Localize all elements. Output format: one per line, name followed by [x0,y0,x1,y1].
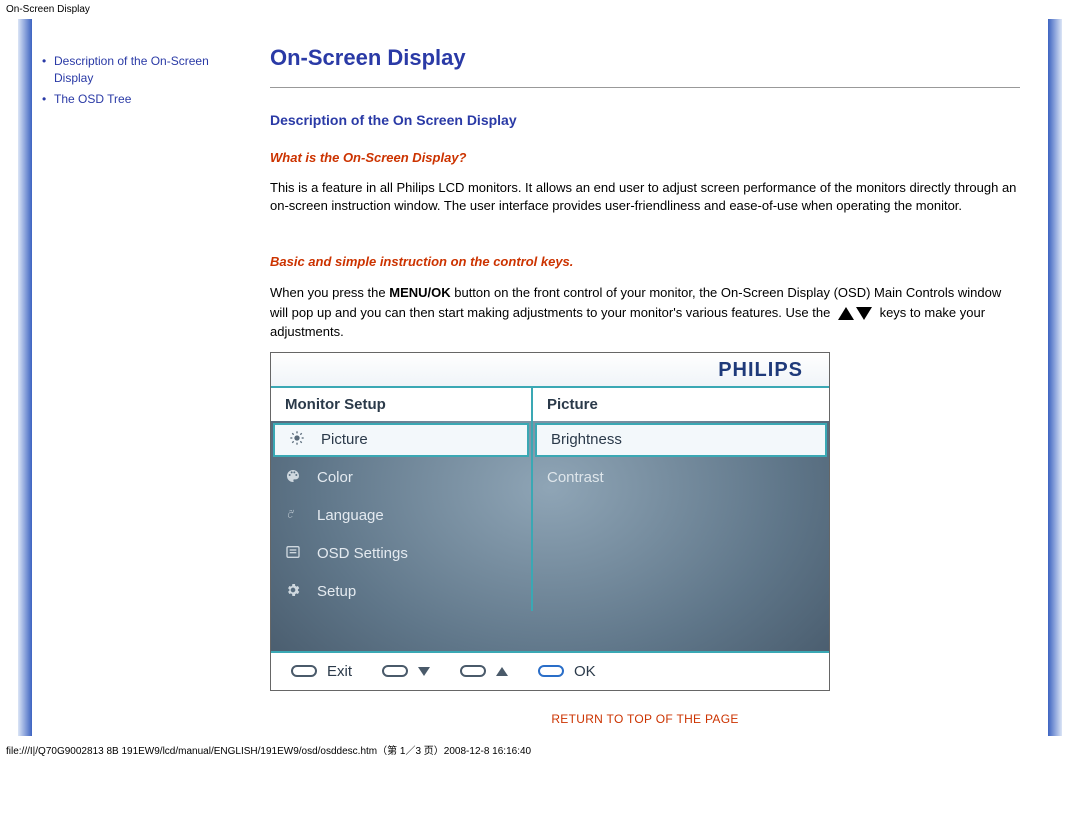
list-icon [285,544,307,564]
osd-footer-label: OK [574,663,596,680]
osd-footer-down[interactable] [382,665,430,677]
osd-menu-item-setup[interactable]: Setup [271,573,531,611]
triangle-up-icon [838,307,854,320]
arrow-keys-icon [838,307,872,320]
osd-menu-item-picture[interactable]: Picture [273,423,529,457]
triangle-down-icon [418,667,430,676]
osd-footer-ok[interactable]: OK [538,663,596,680]
osd-footer: Exit OK [271,651,829,690]
document-footer-path: file:///I|/Q70G9002813 8B 191EW9/lcd/man… [0,736,1080,761]
osd-left-column: Picture Color ꌓ Language [271,421,531,611]
philips-logo: PHILIPS [718,359,803,381]
bullet-icon: • [42,91,54,108]
return-to-top-link[interactable]: RETURN TO TOP OF THE PAGE [551,712,738,726]
section-heading: Description of the On Screen Display [270,112,1020,128]
subheading-basic-instruction: Basic and simple instruction on the cont… [270,254,1020,269]
bullet-icon: • [42,53,54,70]
osd-footer-up[interactable] [460,665,508,677]
left-gradient-bar [18,19,32,736]
svg-text:ꌓ: ꌓ [286,509,294,519]
osd-menu-label: Color [317,469,353,486]
horizontal-rule [270,87,1020,88]
osd-footer-exit[interactable]: Exit [291,663,352,680]
osd-sub-item-brightness[interactable]: Brightness [535,423,827,457]
osd-menu-item-osd-settings[interactable]: OSD Settings [271,535,531,573]
osd-menu-label: Language [317,507,384,524]
page-title: On-Screen Display [270,45,1020,71]
palette-icon [285,468,307,488]
osd-menu-label: Setup [317,583,356,600]
osd-logo-row: PHILIPS [271,353,829,386]
osd-footer-label: Exit [327,663,352,680]
osd-menu-label: Picture [321,431,368,448]
osd-menu-body: Picture Color ꌓ Language [271,421,829,611]
osd-panel: PHILIPS Monitor Setup Picture Picture [270,352,830,691]
triangle-down-icon [856,307,872,320]
sidebar-item-description[interactable]: • Description of the On-Screen Display [42,53,232,87]
osd-sub-label: Contrast [547,469,604,486]
osd-sub-item-contrast[interactable]: Contrast [533,459,829,497]
sidebar-link-label[interactable]: The OSD Tree [54,91,131,108]
pill-button-icon [538,665,564,677]
paragraph-description: This is a feature in all Philips LCD mon… [270,179,1020,214]
osd-menu-label: OSD Settings [317,545,408,562]
pill-button-icon [382,665,408,677]
osd-sub-label: Brightness [551,431,622,448]
document-header: On-Screen Display [0,0,1080,19]
pill-button-icon [460,665,486,677]
sidebar: • Description of the On-Screen Display •… [32,19,242,736]
paragraph-control-keys: When you press the MENU/OK button on the… [270,283,1020,342]
osd-header-left: Monitor Setup [271,388,531,421]
return-to-top: RETURN TO TOP OF THE PAGE [270,711,1020,726]
text-fragment: When you press the [270,285,389,300]
menu-ok-bold: MENU/OK [389,285,450,300]
brightness-icon [289,430,311,450]
page-layout: • Description of the On-Screen Display •… [18,19,1062,736]
subheading-what-is-osd: What is the On-Screen Display? [270,150,1020,165]
right-gradient-bar [1048,19,1062,736]
pill-button-icon [291,665,317,677]
language-icon: ꌓ [285,506,307,526]
osd-menu-item-color[interactable]: Color [271,459,531,497]
osd-spacer [271,611,829,651]
osd-menu-item-language[interactable]: ꌓ Language [271,497,531,535]
sidebar-link-label[interactable]: Description of the On-Screen Display [54,53,232,87]
osd-column-headers: Monitor Setup Picture [271,386,829,421]
osd-header-right: Picture [533,388,829,421]
triangle-up-icon [496,667,508,676]
main-content: On-Screen Display Description of the On … [242,19,1048,736]
gear-icon [285,582,307,602]
sidebar-item-osd-tree[interactable]: • The OSD Tree [42,91,232,108]
osd-right-column: Brightness Contrast [533,421,829,611]
